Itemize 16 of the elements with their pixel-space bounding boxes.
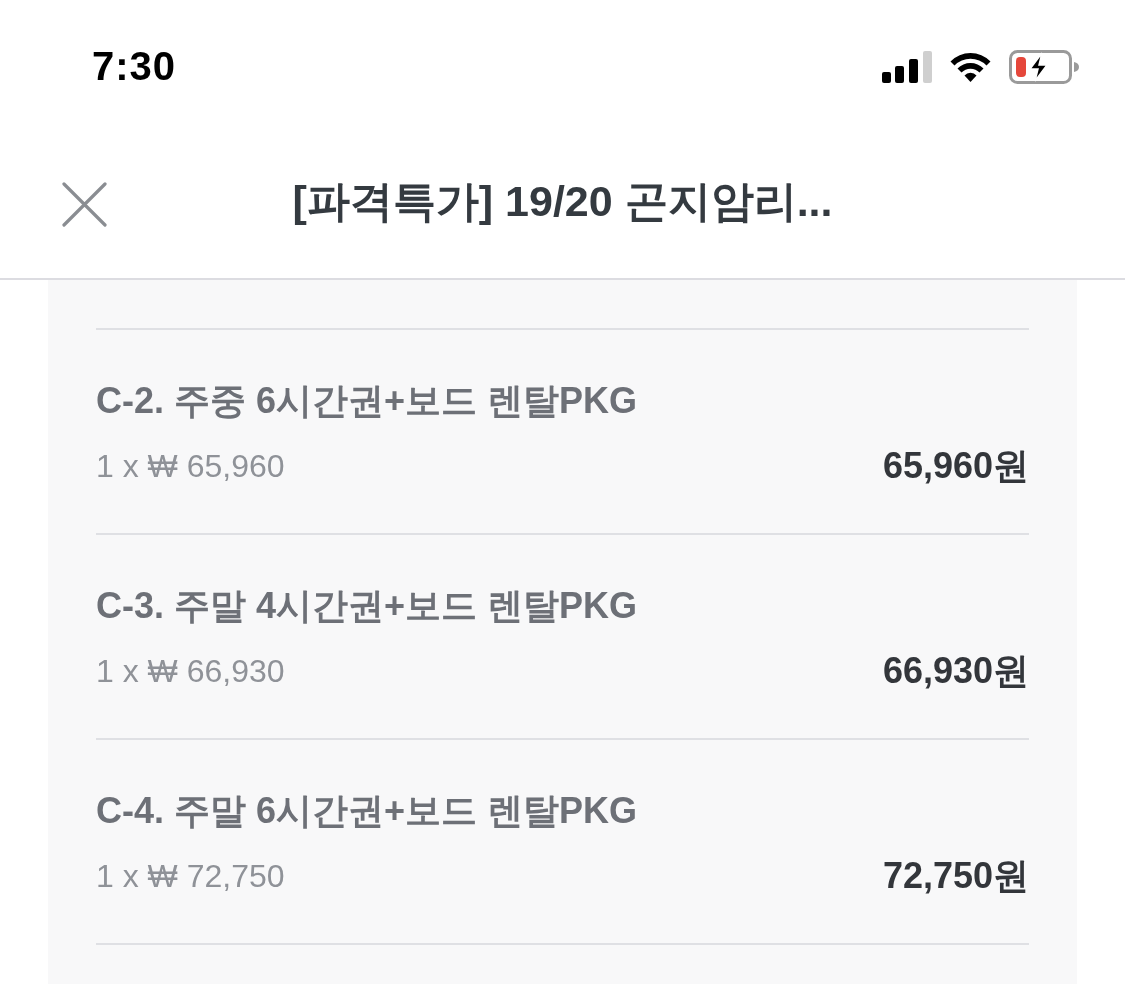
wifi-icon xyxy=(948,51,993,83)
item-name: C-2. 주중 6시간권+보드 렌탈PKG xyxy=(96,380,639,422)
item-unit-price: 1 x ₩ 65,960 xyxy=(96,447,285,486)
close-button[interactable] xyxy=(60,179,109,229)
signal-icon xyxy=(882,51,932,83)
item-total-price: 65,960원 xyxy=(882,446,1029,486)
item-name: C-3. 주말 4시간권+보드 렌탈PKG xyxy=(96,585,639,627)
item-total-price: 66,930원 xyxy=(882,651,1029,691)
item-unit-price: 1 x ₩ 66,930 xyxy=(96,652,285,691)
close-icon xyxy=(62,181,107,227)
battery-charging-icon xyxy=(1009,50,1080,84)
item-unit-price: 1 x ₩ 72,750 xyxy=(96,857,285,896)
item-name: C-4. 주말 6시간권+보드 렌탈PKG xyxy=(96,790,639,832)
item-total-price: 72,750원 xyxy=(882,856,1029,896)
page-title: [파격특가] 19/20 곤지암리... xyxy=(292,176,833,228)
status-time: 7:30 xyxy=(92,46,177,86)
